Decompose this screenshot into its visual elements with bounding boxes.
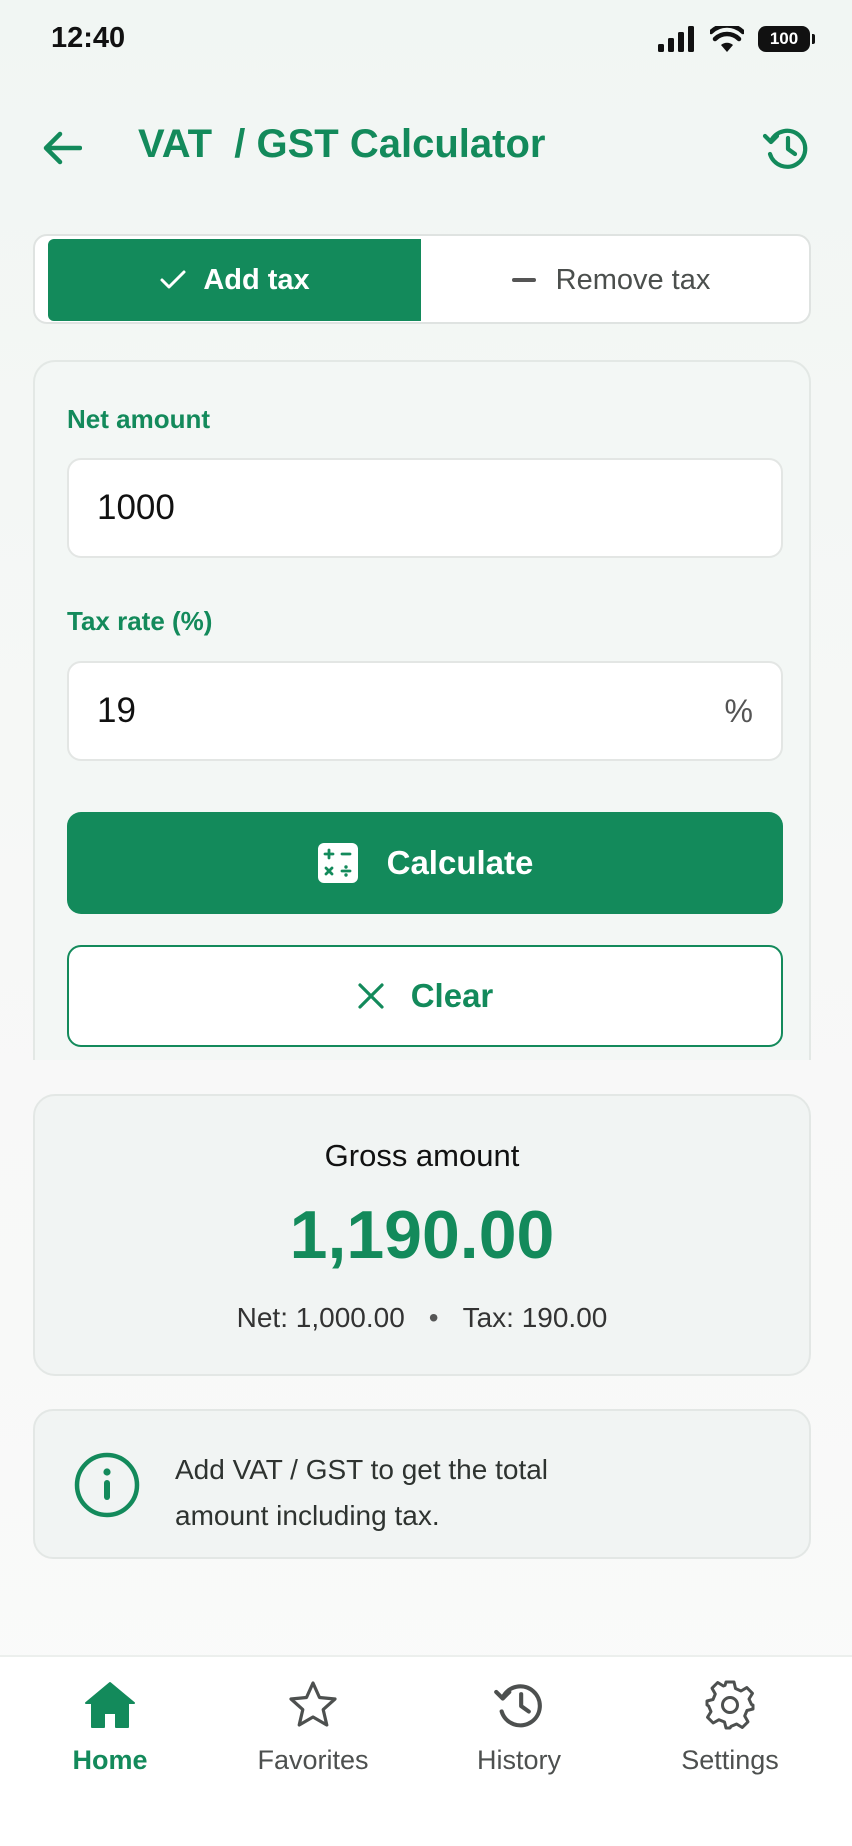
result-card: Gross amount 1,190.00 Net: 1,000.00 • Ta… <box>33 1094 811 1376</box>
clear-label: Clear <box>410 977 494 1014</box>
info-text: Add VAT / GST to get the total amount in… <box>175 1454 549 1531</box>
history-button[interactable] <box>760 122 812 174</box>
nav-home-label: Home <box>72 1745 148 1775</box>
percent-suffix: % <box>724 692 753 729</box>
nav-home[interactable]: Home <box>15 1677 205 1807</box>
gear-icon <box>702 1677 758 1733</box>
info-card: Add VAT / GST to get the total amount in… <box>33 1409 811 1559</box>
nav-settings-label: Settings <box>681 1745 779 1775</box>
net-breakdown: Net: 1,000.00 <box>236 1302 405 1333</box>
arrow-left-icon <box>43 131 82 165</box>
gross-amount-value: 1,190.00 <box>289 1197 555 1273</box>
net-amount-input[interactable] <box>97 488 753 528</box>
history-icon <box>762 128 808 169</box>
nav-favorites[interactable]: Favorites <box>218 1677 408 1807</box>
tax-rate-field[interactable]: % <box>67 661 783 761</box>
input-card: Net amount Tax rate (%) % Calculate Clea… <box>33 360 811 1060</box>
tax-rate-input[interactable] <box>97 691 725 731</box>
add-tax-label: Add tax <box>203 263 310 296</box>
status-icons: 100 <box>658 26 815 52</box>
battery-icon: 100 <box>758 26 815 52</box>
net-amount-label: Net amount <box>67 404 210 434</box>
home-icon <box>82 1677 138 1733</box>
history-icon <box>491 1677 547 1733</box>
wifi-icon <box>710 26 744 52</box>
signal-icon <box>658 26 694 52</box>
status-time: 12:40 <box>51 22 126 54</box>
star-icon <box>285 1677 341 1733</box>
add-tax-tab[interactable]: Add tax <box>48 239 421 321</box>
app-header: VAT / GST Calculator <box>0 110 852 184</box>
page-title: VAT / GST Calculator <box>138 122 546 166</box>
remove-tax-label: Remove tax <box>555 263 711 296</box>
remove-tax-tab[interactable]: Remove tax <box>421 239 801 321</box>
tax-rate-label: Tax rate (%) <box>67 606 213 636</box>
bottom-nav: Home Favorites History Settings <box>0 1655 852 1846</box>
result-breakdown: Net: 1,000.00 • Tax: 190.00 <box>35 1302 809 1334</box>
calculator-icon <box>317 843 358 883</box>
info-icon <box>74 1452 140 1518</box>
calculate-label: Calculate <box>386 844 534 881</box>
check-icon <box>160 270 186 289</box>
clear-button[interactable]: Clear <box>67 945 783 1047</box>
tax-breakdown: Tax: 190.00 <box>462 1302 608 1333</box>
nav-history[interactable]: History <box>424 1677 614 1807</box>
close-icon <box>358 983 384 1009</box>
calculate-button[interactable]: Calculate <box>67 812 783 914</box>
nav-history-label: History <box>476 1745 561 1775</box>
nav-favorites-label: Favorites <box>257 1745 369 1775</box>
status-bar: 12:40 100 <box>0 0 852 80</box>
separator-dot: • <box>428 1302 439 1333</box>
net-amount-field[interactable] <box>67 458 783 558</box>
minus-icon <box>511 278 536 282</box>
gross-amount-label: Gross amount <box>324 1138 520 1173</box>
mode-toggle: Add tax Remove tax <box>33 234 811 324</box>
nav-settings[interactable]: Settings <box>635 1677 825 1807</box>
back-button[interactable] <box>38 124 86 172</box>
